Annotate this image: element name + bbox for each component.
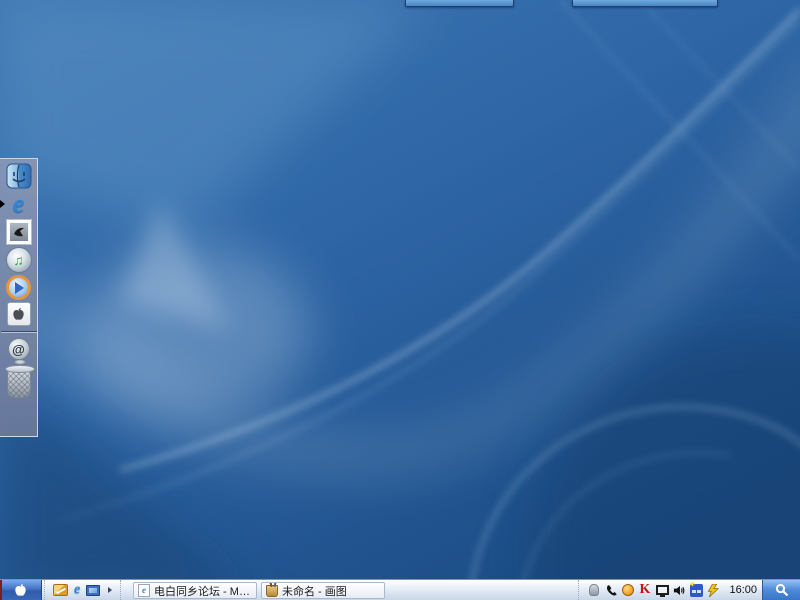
taskbar-clock[interactable]: 16:00 xyxy=(727,584,757,596)
dock-item-itunes[interactable]: ♫ xyxy=(5,247,33,273)
volume-icon[interactable] xyxy=(672,583,686,597)
display-screen xyxy=(89,588,97,593)
dock-item-apple-system[interactable] xyxy=(5,302,33,326)
device-icon[interactable] xyxy=(587,583,601,597)
task-title: 未命名 - 画图 xyxy=(282,583,347,599)
internet-explorer-icon: e xyxy=(13,191,25,217)
pet-face-glyph xyxy=(622,584,634,596)
task-button-paint[interactable]: 未命名 - 画图 xyxy=(261,582,385,599)
show-desktop-icon[interactable] xyxy=(53,584,68,596)
finder-icon xyxy=(6,163,32,189)
apple-glyph-icon xyxy=(11,307,26,322)
lightning-icon[interactable] xyxy=(706,583,720,597)
start-button[interactable] xyxy=(0,580,42,600)
internet-explorer-quicklaunch-icon[interactable]: e xyxy=(74,583,80,597)
network-icon[interactable] xyxy=(689,583,703,597)
media-player-icon xyxy=(6,275,31,300)
network-spark xyxy=(690,582,696,587)
task-title: 电白同乡论坛 - Micr... xyxy=(154,583,252,599)
ie-page-icon: e xyxy=(138,584,150,597)
itunes-note-glyph: ♫ xyxy=(13,252,24,268)
search-icon xyxy=(775,583,789,597)
ie-page-glyph: e xyxy=(142,586,146,595)
stamp-bird-art xyxy=(10,223,28,241)
dock-item-finder[interactable] xyxy=(5,163,33,189)
system-tray: K 16:00 xyxy=(578,580,762,600)
k-glyph: K xyxy=(640,583,651,597)
dock-item-trash[interactable] xyxy=(5,362,33,398)
paint-icon xyxy=(266,585,278,597)
wallpaper-art xyxy=(0,0,800,600)
quick-launch-bar: e xyxy=(44,580,121,600)
dock-divider xyxy=(1,331,37,333)
dock-item-mail-at[interactable]: @ xyxy=(5,338,33,360)
search-button[interactable] xyxy=(762,580,800,600)
quick-launch-expand-arrow-icon[interactable] xyxy=(108,587,112,593)
mail-stamp-icon xyxy=(6,219,32,245)
lightning-glyph xyxy=(707,584,720,597)
at-glyph: @ xyxy=(12,342,25,357)
k-app-icon[interactable]: K xyxy=(638,583,652,597)
taskbar: e e 电白同乡论坛 - Micr... 未命名 - 画图 K xyxy=(0,579,800,600)
task-button-forum[interactable]: e 电白同乡论坛 - Micr... xyxy=(133,582,257,599)
play-triangle-icon xyxy=(15,282,24,294)
device-glyph xyxy=(589,584,599,596)
dock-item-mail-stamp[interactable] xyxy=(5,219,33,245)
dock-item-media-player[interactable] xyxy=(5,275,33,300)
itunes-icon: ♫ xyxy=(6,247,32,273)
dock: e ♫ @ xyxy=(0,158,38,437)
partial-dialog-button-left[interactable] xyxy=(405,0,514,7)
phone-icon[interactable] xyxy=(604,583,618,597)
speaker-glyph xyxy=(673,584,686,597)
running-indicator-icon xyxy=(0,200,5,208)
display-icon[interactable] xyxy=(86,585,100,596)
phone-glyph xyxy=(605,584,618,597)
dock-item-internet-explorer[interactable]: e xyxy=(5,191,33,217)
apple-logo-icon xyxy=(13,583,28,598)
desktop-wallpaper xyxy=(0,0,800,600)
partial-dialog-button-right[interactable] xyxy=(572,0,718,7)
monitor-glyph xyxy=(656,585,669,595)
mail-at-icon: @ xyxy=(8,338,30,360)
monitor-icon[interactable] xyxy=(655,583,669,597)
network-glyph xyxy=(690,584,703,597)
apple-system-icon xyxy=(7,302,31,326)
pet-face-icon[interactable] xyxy=(621,583,635,597)
trash-icon xyxy=(7,368,31,398)
